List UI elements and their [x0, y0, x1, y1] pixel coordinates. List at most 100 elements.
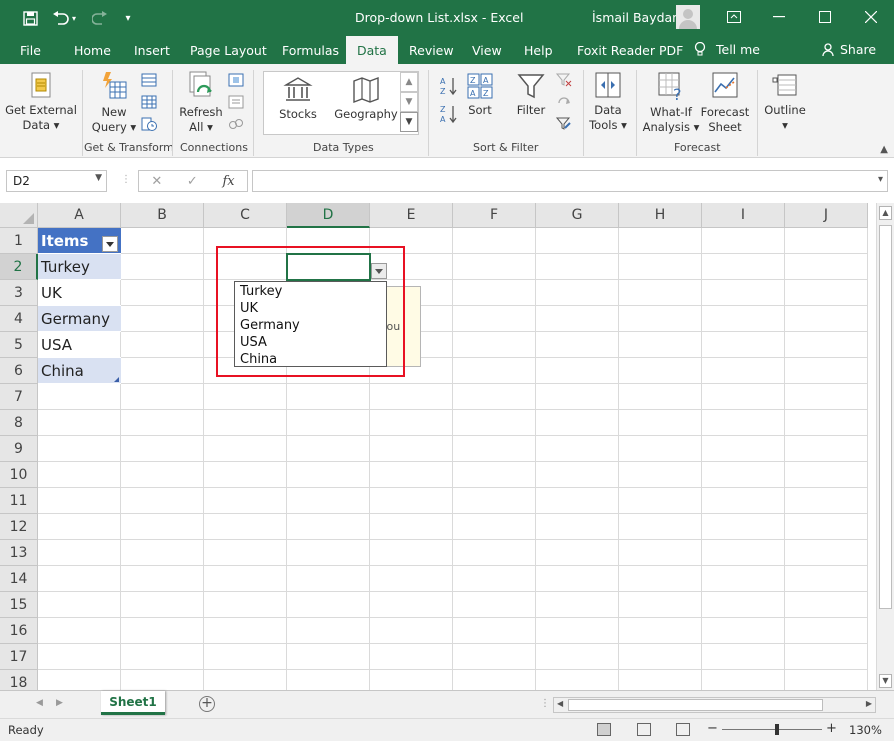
column-header-j[interactable]: J	[785, 203, 868, 228]
show-queries-icon[interactable]	[141, 72, 157, 88]
cell-j2[interactable]	[785, 254, 868, 280]
cell-e10[interactable]	[370, 462, 453, 488]
cell-f15[interactable]	[453, 592, 536, 618]
ribbon-display-options-icon[interactable]	[721, 6, 747, 28]
cell-b14[interactable]	[121, 566, 204, 592]
column-header-f[interactable]: F	[453, 203, 536, 228]
cell-j8[interactable]	[785, 410, 868, 436]
cell-h11[interactable]	[619, 488, 702, 514]
table-row[interactable]: Turkey	[38, 254, 121, 280]
cell-d17[interactable]	[287, 644, 370, 670]
row-header-12[interactable]: 12	[0, 514, 38, 540]
cell-b10[interactable]	[121, 462, 204, 488]
cell-g1[interactable]	[536, 228, 619, 254]
redo-icon[interactable]	[87, 8, 113, 28]
cell-g18[interactable]	[536, 670, 619, 690]
name-box-dropdown-icon[interactable]: ▼	[95, 173, 102, 183]
cell-e9[interactable]	[370, 436, 453, 462]
cell-e12[interactable]	[370, 514, 453, 540]
row-header-4[interactable]: 4	[0, 306, 38, 332]
cell-j4[interactable]	[785, 306, 868, 332]
cell-b5[interactable]	[121, 332, 204, 358]
cell-f11[interactable]	[453, 488, 536, 514]
cell-h10[interactable]	[619, 462, 702, 488]
what-if-analysis-button[interactable]: ? What-If Analysis ▾	[640, 70, 702, 135]
cell-e17[interactable]	[370, 644, 453, 670]
page-layout-view-icon[interactable]	[637, 723, 651, 736]
cell-i17[interactable]	[702, 644, 785, 670]
tab-data[interactable]: Data	[346, 36, 398, 65]
cell-i7[interactable]	[702, 384, 785, 410]
cell-g7[interactable]	[536, 384, 619, 410]
reapply-icon[interactable]	[556, 94, 572, 110]
collapse-ribbon-icon[interactable]: ▲	[880, 144, 888, 155]
tab-review[interactable]: Review	[409, 43, 454, 58]
cell-d18[interactable]	[287, 670, 370, 690]
row-header-1[interactable]: 1	[0, 228, 38, 254]
cell-f6[interactable]	[453, 358, 536, 384]
cell-j9[interactable]	[785, 436, 868, 462]
scroll-left-icon[interactable]: ◀	[557, 699, 563, 708]
cell-d9[interactable]	[287, 436, 370, 462]
cell-f12[interactable]	[453, 514, 536, 540]
column-header-d[interactable]: D	[287, 203, 370, 228]
cell-b6[interactable]	[121, 358, 204, 384]
cell-a8[interactable]	[38, 410, 121, 436]
cell-a14[interactable]	[38, 566, 121, 592]
zoom-out-button[interactable]: −	[707, 721, 718, 736]
cell-c16[interactable]	[204, 618, 287, 644]
cell-b2[interactable]	[121, 254, 204, 280]
formula-input[interactable]: ▾	[252, 170, 888, 192]
stocks-button[interactable]: Stocks	[274, 76, 322, 122]
cell-f14[interactable]	[453, 566, 536, 592]
cell-b1[interactable]	[121, 228, 204, 254]
tell-me-box[interactable]: Tell me	[694, 42, 760, 57]
insert-function-button[interactable]: fx	[222, 174, 234, 189]
cell-h15[interactable]	[619, 592, 702, 618]
page-break-preview-icon[interactable]	[676, 723, 690, 736]
cell-g14[interactable]	[536, 566, 619, 592]
cell-g5[interactable]	[536, 332, 619, 358]
cell-f8[interactable]	[453, 410, 536, 436]
cell-j7[interactable]	[785, 384, 868, 410]
scroll-right-icon[interactable]: ▶	[866, 699, 872, 708]
table-row[interactable]: China	[38, 358, 121, 384]
cell-h3[interactable]	[619, 280, 702, 306]
column-header-b[interactable]: B	[121, 203, 204, 228]
cell-i11[interactable]	[702, 488, 785, 514]
table-row[interactable]: UK	[38, 280, 121, 306]
cell-j14[interactable]	[785, 566, 868, 592]
cell-i4[interactable]	[702, 306, 785, 332]
cell-i15[interactable]	[702, 592, 785, 618]
cell-a16[interactable]	[38, 618, 121, 644]
zoom-slider[interactable]	[722, 729, 822, 730]
cell-e14[interactable]	[370, 566, 453, 592]
zoom-level[interactable]: 130%	[849, 723, 882, 737]
cell-h2[interactable]	[619, 254, 702, 280]
cell-b7[interactable]	[121, 384, 204, 410]
cell-c12[interactable]	[204, 514, 287, 540]
maximize-icon[interactable]	[812, 6, 838, 28]
cell-i1[interactable]	[702, 228, 785, 254]
cell-i18[interactable]	[702, 670, 785, 690]
name-box[interactable]: D2 ▼	[6, 170, 107, 192]
cell-g13[interactable]	[536, 540, 619, 566]
cell-h7[interactable]	[619, 384, 702, 410]
forecast-sheet-button[interactable]: Forecast Sheet	[700, 70, 750, 135]
cell-c11[interactable]	[204, 488, 287, 514]
cell-g12[interactable]	[536, 514, 619, 540]
cell-a10[interactable]	[38, 462, 121, 488]
vertical-scrollbar[interactable]: ▲ ▼	[876, 203, 894, 690]
row-header-18[interactable]: 18	[0, 670, 38, 690]
cell-i6[interactable]	[702, 358, 785, 384]
column-header-c[interactable]: C	[204, 203, 287, 228]
select-all-button[interactable]	[0, 203, 38, 228]
cell-f7[interactable]	[453, 384, 536, 410]
share-button[interactable]: Share	[822, 42, 876, 57]
cell-g17[interactable]	[536, 644, 619, 670]
cancel-icon[interactable]: ✕	[151, 174, 162, 189]
row-header-7[interactable]: 7	[0, 384, 38, 410]
expand-formula-bar-icon[interactable]: ▾	[878, 174, 883, 185]
row-header-14[interactable]: 14	[0, 566, 38, 592]
cell-i13[interactable]	[702, 540, 785, 566]
